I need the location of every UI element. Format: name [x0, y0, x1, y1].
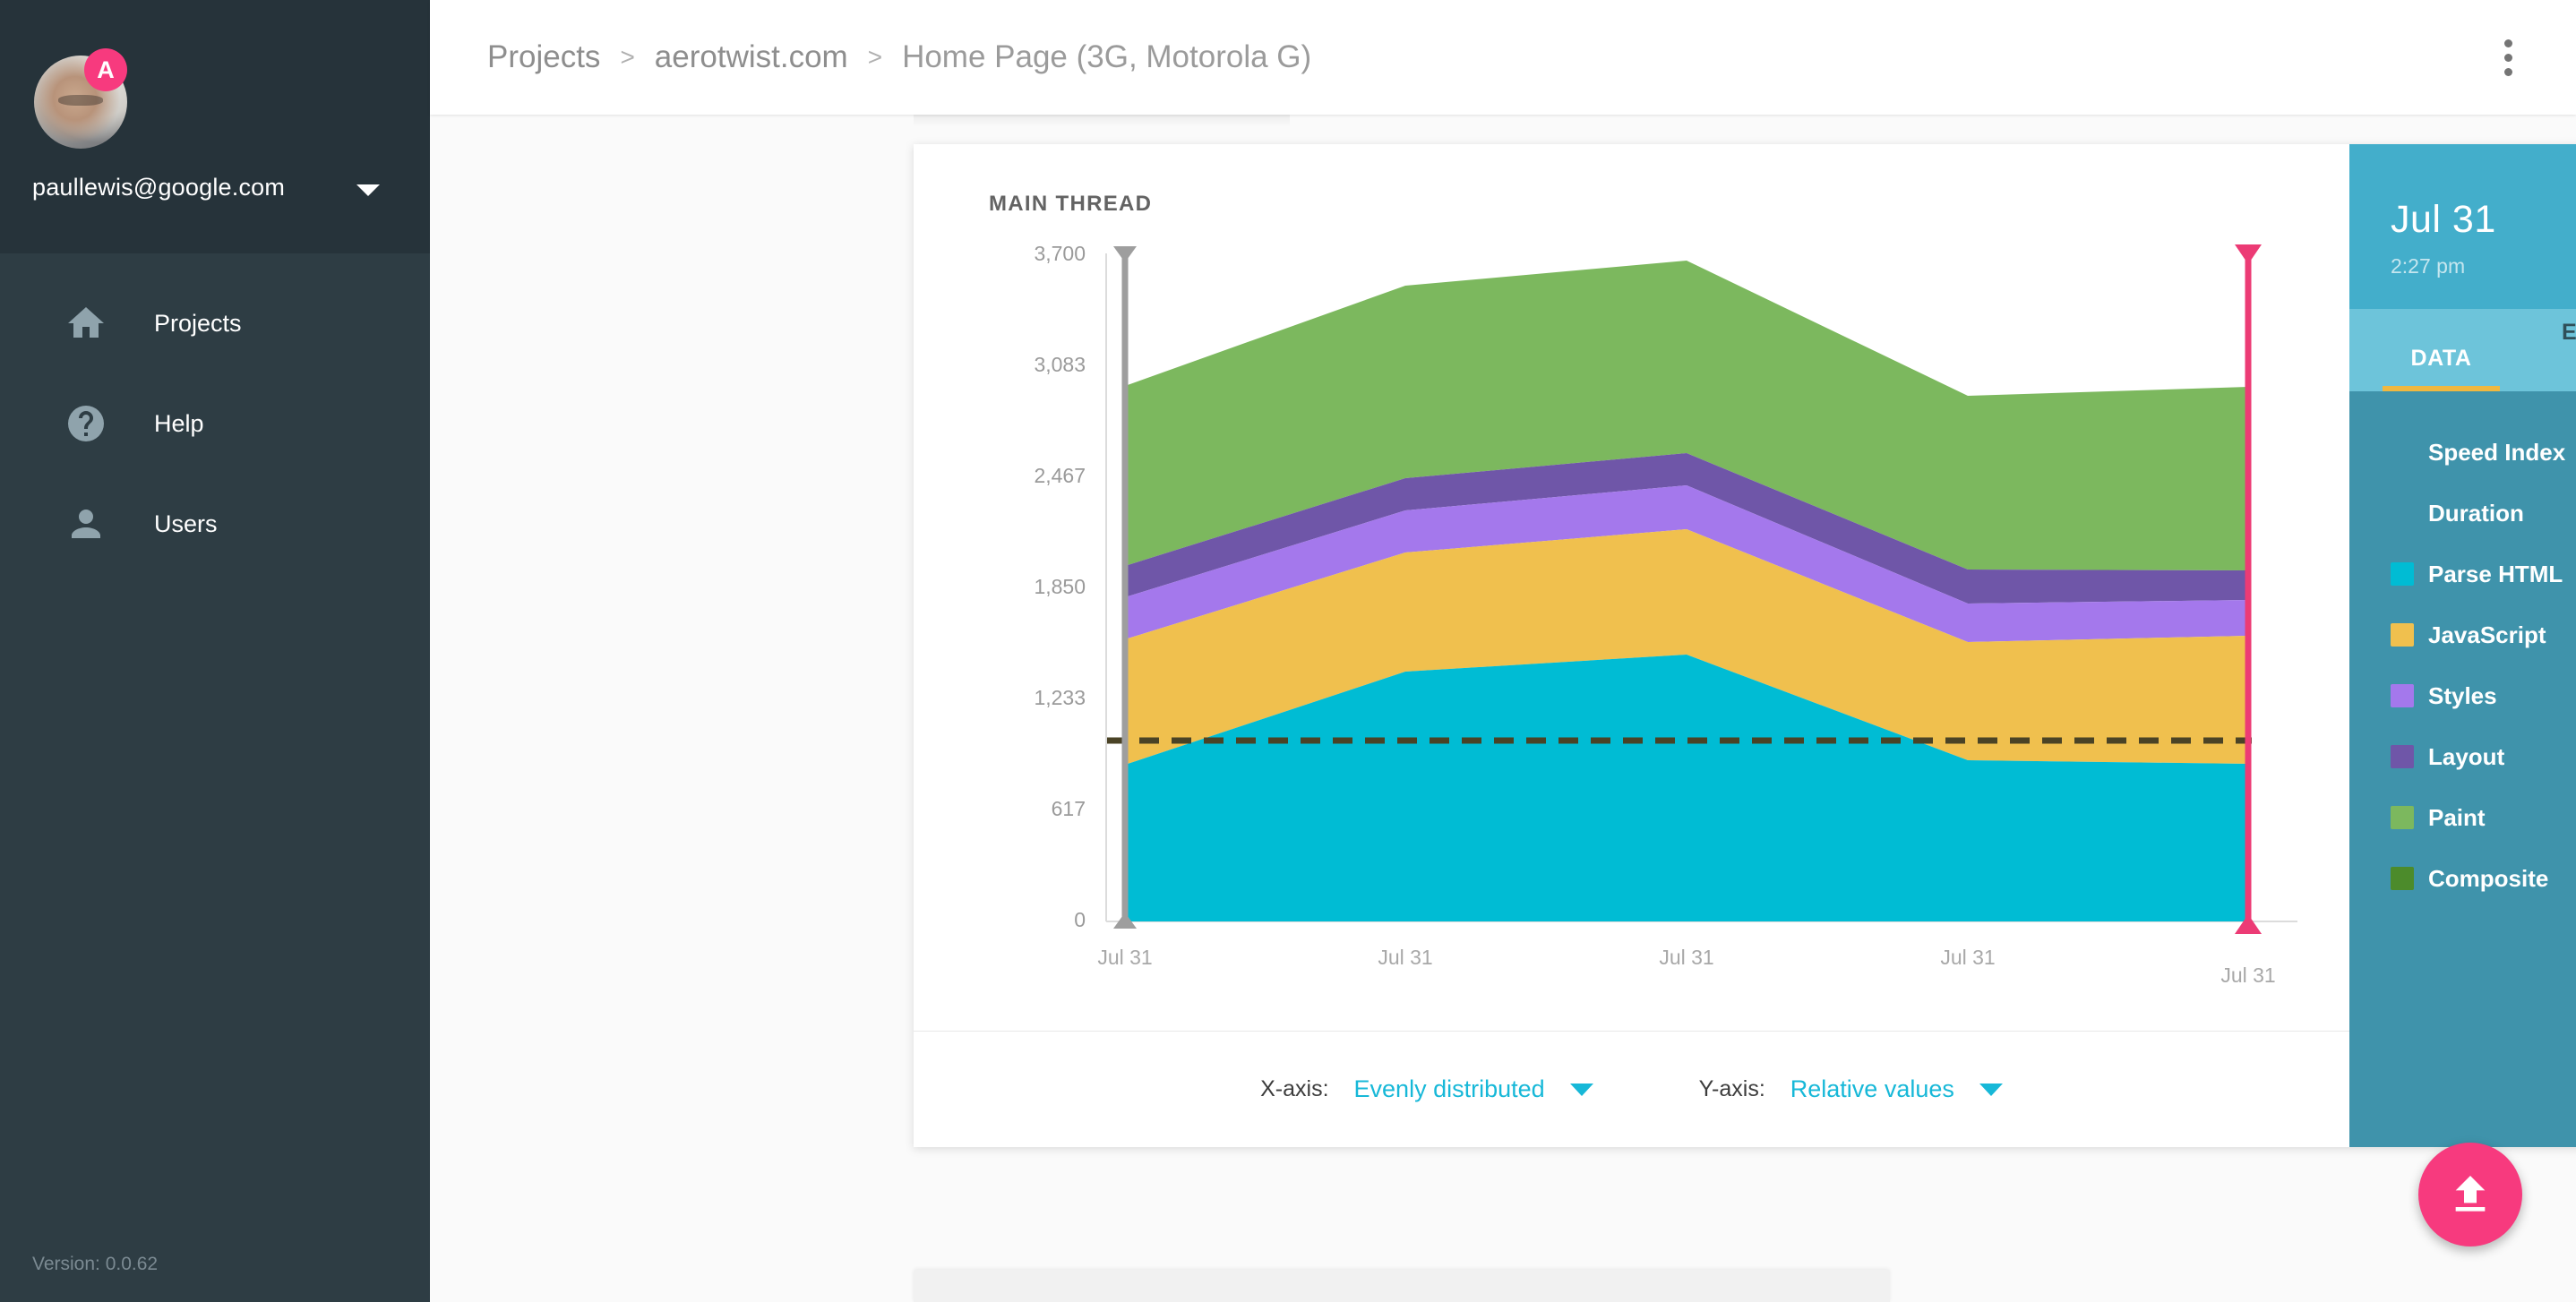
axis-controls: X-axis: Evenly distributed Y-axis: Relat…: [914, 1031, 2349, 1147]
metric-row: Duration +0.68ms: [2349, 483, 2576, 544]
x-axis-control: X-axis: Evenly distributed: [1260, 1075, 1593, 1103]
svg-text:2,467: 2,467: [1034, 464, 1086, 487]
metric-row: Layout +6.23ms: [2349, 726, 2576, 787]
series-color-swatch: [2391, 745, 2414, 768]
metric-row: Parse HTML +3.17ms: [2349, 544, 2576, 604]
card-stack-shadow: [914, 115, 1290, 127]
metric-row: Styles +1.27ms: [2349, 665, 2576, 726]
version-label: Version: 0.0.62: [32, 1254, 158, 1275]
x-axis-ticks: Jul 31 Jul 31 Jul 31 Jul 31 Jul 31: [1097, 946, 2275, 987]
x-axis-select-value[interactable]: Evenly distributed: [1354, 1075, 1545, 1103]
x-axis-label: X-axis:: [1260, 1076, 1328, 1102]
upload-button[interactable]: [2418, 1143, 2522, 1246]
detail-time: 2:27 pm: [2391, 254, 2576, 278]
metric-label: Paint: [2428, 804, 2486, 832]
svg-text:3,700: 3,700: [1034, 242, 1086, 265]
tab-extended-info[interactable]: EXTENDED INFO: [2533, 320, 2576, 391]
chevron-down-icon[interactable]: [1979, 1084, 2003, 1096]
series-color-swatch: [2391, 562, 2414, 586]
metric-label: Styles: [2428, 682, 2497, 710]
account-email: paullewis@google.com: [32, 174, 285, 201]
report-panel: MAIN THREAD 3,700 3,083 2,467 1,850 1,23…: [914, 144, 2576, 1147]
tab-data[interactable]: DATA: [2349, 346, 2533, 391]
breadcrumb-item-projects[interactable]: Projects: [487, 39, 600, 75]
svg-text:617: 617: [1052, 797, 1086, 820]
svg-text:0: 0: [1074, 908, 1086, 931]
series-color-swatch: [2391, 684, 2414, 707]
metric-row: Speed Index +15: [2349, 422, 2576, 483]
series-color-swatch: [2391, 441, 2414, 464]
sidebar-item-label: Projects: [154, 310, 242, 338]
detail-date: Jul 31: [2391, 198, 2576, 242]
avatar[interactable]: A: [34, 56, 127, 149]
sidebar-nav: Projects Help Users: [0, 253, 430, 574]
topbar: Projects > aerotwist.com > Home Page (3G…: [430, 0, 2576, 115]
svg-text:Jul 31: Jul 31: [2220, 964, 2275, 987]
metric-row: Composite -0.02ms: [2349, 848, 2576, 909]
series-color-swatch: [2391, 501, 2414, 525]
svg-text:1,233: 1,233: [1034, 686, 1086, 709]
sidebar-item-label: Help: [154, 410, 204, 438]
kebab-menu-icon[interactable]: [2483, 32, 2533, 82]
stacked-areas: [1125, 261, 2248, 921]
metric-label: Layout: [2428, 743, 2504, 771]
person-icon: [63, 501, 109, 547]
metric-label: Duration: [2428, 500, 2524, 527]
y-axis-control: Y-axis: Relative values: [1699, 1075, 2003, 1103]
svg-text:Jul 31: Jul 31: [1097, 946, 1152, 969]
detail-panel-header: Jul 31 2:27 pm: [2349, 144, 2576, 309]
svg-text:Jul 31: Jul 31: [1659, 946, 1713, 969]
metric-row: JavaScript -0.1ms: [2349, 604, 2576, 665]
content-area: MAIN THREAD 3,700 3,083 2,467 1,850 1,23…: [430, 115, 2576, 1302]
svg-text:3,083: 3,083: [1034, 353, 1086, 376]
detail-panel-tabs: DATA EXTENDED INFO: [2349, 309, 2576, 391]
next-card-peek: [914, 1270, 1890, 1302]
chevron-down-icon[interactable]: [1570, 1084, 1593, 1096]
detail-panel: Jul 31 2:27 pm DATA EXTENDED INFO S: [2349, 144, 2576, 1147]
sidebar-item-label: Users: [154, 510, 218, 538]
sidebar-item-projects[interactable]: Projects: [0, 273, 430, 373]
metric-label: Parse HTML: [2428, 561, 2563, 588]
y-axis-ticks: 3,700 3,083 2,467 1,850 1,233 617 0: [1034, 242, 1086, 931]
metric-label: JavaScript: [2428, 621, 2546, 649]
sidebar: A paullewis@google.com Projects Help: [0, 0, 430, 1302]
sidebar-item-users[interactable]: Users: [0, 474, 430, 574]
metric-label: Composite: [2428, 865, 2548, 893]
breadcrumb-separator: >: [868, 43, 882, 72]
svg-text:1,850: 1,850: [1034, 575, 1086, 598]
series-color-swatch: [2391, 806, 2414, 829]
app-root: A paullewis@google.com Projects Help: [0, 0, 2576, 1302]
chart-card: MAIN THREAD 3,700 3,083 2,467 1,850 1,23…: [914, 144, 2349, 1147]
chevron-down-icon[interactable]: [356, 184, 380, 196]
breadcrumb-separator: >: [620, 43, 634, 72]
help-circle-icon: [63, 400, 109, 447]
upload-icon: [2445, 1169, 2495, 1220]
detail-metrics-list: Speed Index +15 Duration +0.68ms Parse H…: [2349, 391, 2576, 909]
account-switcher[interactable]: A paullewis@google.com: [0, 0, 430, 253]
series-color-swatch: [2391, 623, 2414, 647]
breadcrumb-item-page: Home Page (3G, Motorola G): [902, 39, 1311, 75]
avatar-badge: A: [84, 48, 127, 91]
home-icon: [63, 300, 109, 347]
y-axis-select-value[interactable]: Relative values: [1790, 1075, 1954, 1103]
svg-text:Jul 31: Jul 31: [1378, 946, 1432, 969]
sidebar-item-help[interactable]: Help: [0, 373, 430, 474]
metric-label: Speed Index: [2428, 439, 2565, 467]
breadcrumb-item-site[interactable]: aerotwist.com: [655, 39, 848, 75]
svg-text:Jul 31: Jul 31: [1940, 946, 1995, 969]
metric-row: Paint +1.87ms: [2349, 787, 2576, 848]
series-color-swatch: [2391, 867, 2414, 890]
breadcrumb: Projects > aerotwist.com > Home Page (3G…: [487, 39, 1311, 75]
main-thread-area-chart[interactable]: 3,700 3,083 2,467 1,850 1,233 617 0: [914, 144, 2349, 1031]
main-area: Projects > aerotwist.com > Home Page (3G…: [430, 0, 2576, 1302]
y-axis-label: Y-axis:: [1699, 1076, 1765, 1102]
